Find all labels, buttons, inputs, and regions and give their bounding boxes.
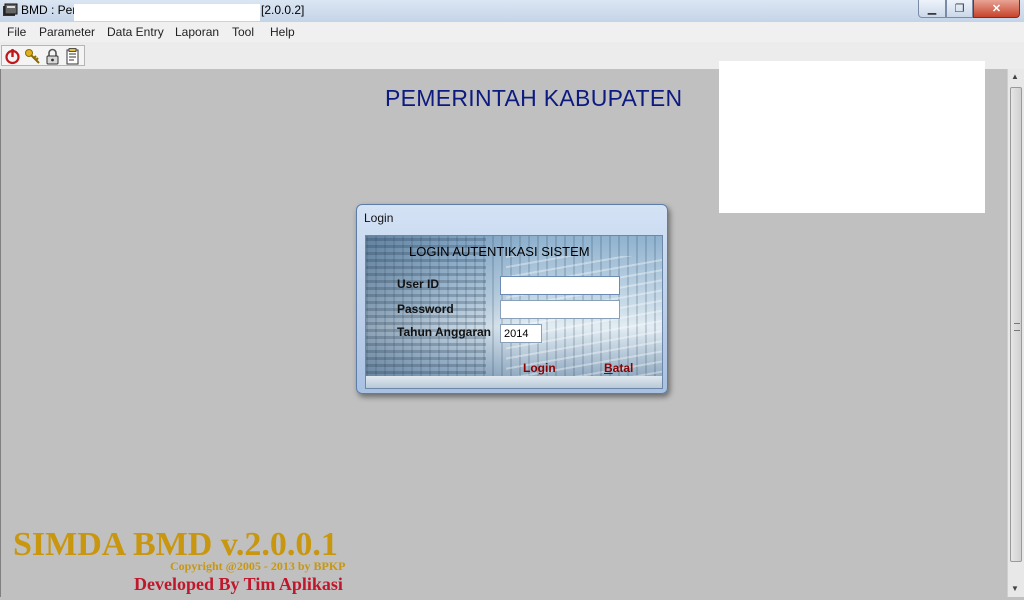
batal-button[interactable]: Batal: [604, 361, 633, 375]
user-id-input[interactable]: [500, 276, 620, 295]
scroll-grip: [1014, 323, 1020, 331]
menu-bar: File Parameter Data Entry Laporan Tool H…: [0, 22, 1024, 42]
title-redaction: [74, 4, 260, 21]
maximize-button[interactable]: ❐: [946, 0, 973, 18]
scroll-thumb[interactable]: [1010, 87, 1022, 562]
scroll-down-icon[interactable]: ▼: [1011, 584, 1019, 593]
batal-hotkey: B: [604, 361, 613, 375]
window-title: BMD : Per: [21, 3, 77, 17]
window-version: [2.0.0.2]: [261, 3, 305, 17]
password-input[interactable]: [500, 300, 620, 319]
key-icon[interactable]: [24, 48, 41, 65]
login-dialog: Login LOGIN AUTENTIKASI SISTEM User ID P…: [356, 204, 668, 394]
minimize-button[interactable]: ▁: [918, 0, 946, 18]
page-heading: PEMERINTAH KABUPATEN: [385, 85, 683, 111]
menu-tool[interactable]: Tool: [232, 25, 254, 39]
panel-bottom-strip: [366, 376, 662, 388]
lock-icon[interactable]: [44, 48, 61, 65]
dialog-title: Login: [364, 211, 394, 225]
minimize-icon: ▁: [927, 3, 937, 15]
notepad-icon[interactable]: [64, 48, 81, 65]
tahun-anggaran-label: Tahun Anggaran: [397, 325, 491, 339]
vertical-scrollbar[interactable]: ▲ ▼: [1007, 69, 1024, 597]
tahun-anggaran-input[interactable]: [500, 324, 542, 343]
menu-data-entry[interactable]: Data Entry: [107, 25, 164, 39]
login-heading: LOGIN AUTENTIKASI SISTEM: [409, 244, 590, 259]
menu-help[interactable]: Help: [270, 25, 295, 39]
login-button[interactable]: Login: [523, 361, 556, 375]
power-icon[interactable]: [4, 48, 21, 65]
app-icon: [3, 3, 18, 16]
menu-parameter[interactable]: Parameter: [39, 25, 95, 39]
close-button[interactable]: ✕: [973, 0, 1020, 18]
toolbar-group: [1, 45, 85, 66]
restore-icon: ❐: [954, 3, 965, 15]
batal-label: atal: [612, 361, 634, 375]
password-label: Password: [397, 302, 454, 316]
redaction-box: [719, 61, 985, 213]
menu-laporan[interactable]: Laporan: [175, 25, 219, 39]
developed-by-text: Developed By Tim Aplikasi: [134, 574, 343, 594]
login-panel: LOGIN AUTENTIKASI SISTEM User ID Passwor…: [365, 235, 663, 389]
close-icon: ✕: [991, 3, 1002, 15]
menu-file[interactable]: File: [7, 25, 26, 39]
user-id-label: User ID: [397, 277, 440, 291]
scroll-up-icon[interactable]: ▲: [1011, 72, 1019, 81]
copyright-text: Copyright @2005 - 2013 by BPKP: [170, 559, 346, 573]
title-bar[interactable]: BMD : Per [2.0.0.2] ▁ ❐ ✕: [0, 0, 1024, 22]
